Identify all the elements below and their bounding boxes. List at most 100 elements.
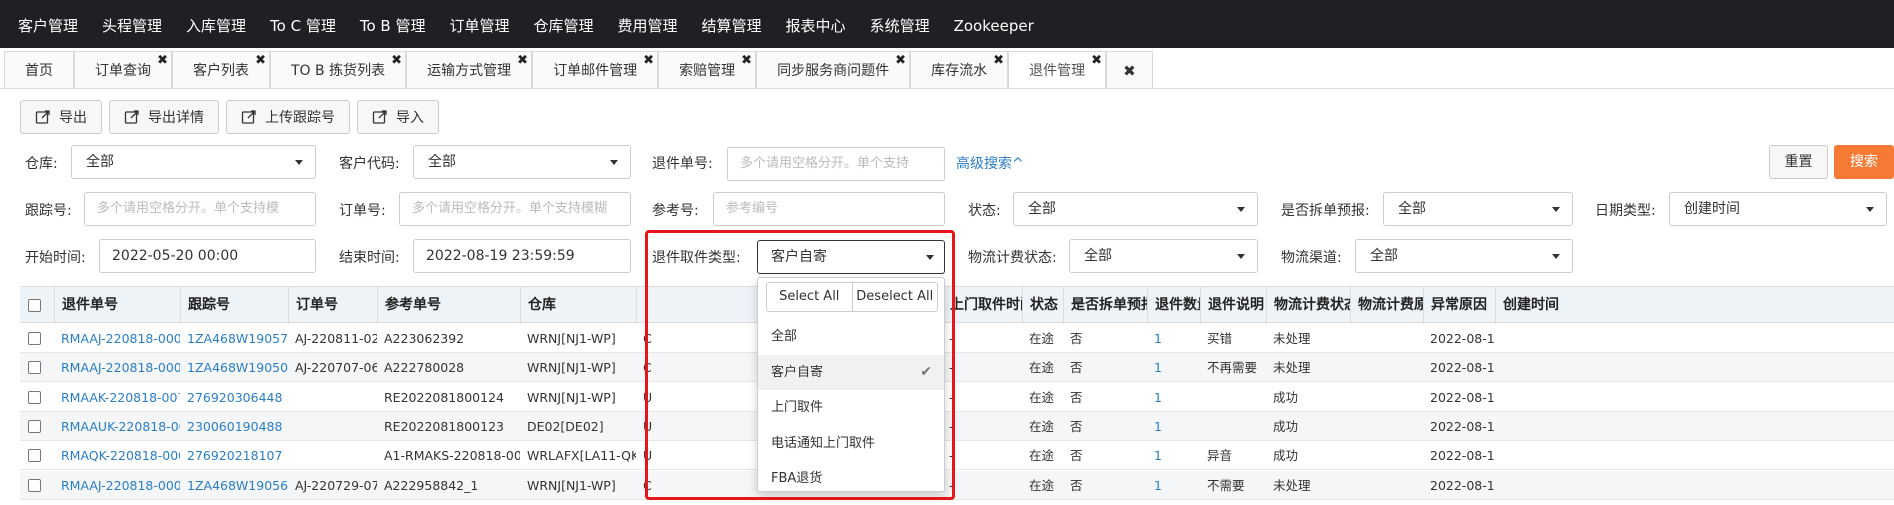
close-icon[interactable]: ✖: [517, 54, 528, 68]
tab[interactable]: 运输方式管理 ✖: [406, 51, 533, 88]
reset-button[interactable]: 重置: [1769, 145, 1828, 179]
nav-item[interactable]: 头程管理: [90, 0, 174, 48]
nav-item[interactable]: To C 管理: [258, 0, 348, 48]
pickup-type-select[interactable]: 客户自寄: [757, 240, 945, 274]
select-all-button[interactable]: Select All: [767, 283, 852, 311]
column-header[interactable]: 是否拆单预报: [1063, 287, 1147, 324]
return-no-link[interactable]: RMAQK-220818-0001: [54, 441, 180, 470]
start-time-input[interactable]: 2022-05-20 00:00: [99, 239, 316, 273]
status-select[interactable]: 全部: [1013, 192, 1258, 226]
close-icon[interactable]: ✖: [741, 54, 752, 68]
return-no-input[interactable]: 多个请用空格分开。单个支持: [727, 147, 945, 181]
dropdown-option[interactable]: 全部: [758, 319, 944, 354]
row-checkbox[interactable]: [28, 390, 41, 404]
tracking-link[interactable]: 1ZA468W19056172554: [180, 471, 288, 500]
nav-item[interactable]: 报表中心: [774, 0, 858, 48]
tab-bar: 首页 订单查询 ✖ 客户列表 ✖ TO B 拣货列表 ✖ 运输方式管理 ✖ 订单邮件管理 ✖ 索赔管理…: [0, 51, 1894, 89]
tracking-link[interactable]: 276920218107: [180, 441, 288, 470]
row-checkbox[interactable]: [28, 449, 41, 463]
date-type-label: 日期类型:: [1595, 203, 1656, 219]
deselect-all-button[interactable]: Deselect All: [851, 283, 938, 311]
close-icon[interactable]: ✖: [993, 54, 1004, 68]
column-header[interactable]: 退件说明: [1200, 287, 1266, 324]
export-button[interactable]: 导出: [20, 100, 102, 134]
warehouse-select[interactable]: 全部: [71, 145, 316, 179]
close-icon[interactable]: ✖: [255, 54, 266, 68]
channel-select[interactable]: 全部: [1355, 239, 1573, 273]
nav-item[interactable]: 结算管理: [690, 0, 774, 48]
tab[interactable]: 库存流水 ✖: [910, 51, 1009, 88]
dropdown-option-label: 电话通知上门取件: [771, 435, 876, 451]
export-detail-button[interactable]: 导出详情: [109, 100, 219, 134]
nav-item[interactable]: 仓库管理: [522, 0, 606, 48]
select-all-checkbox[interactable]: [28, 299, 41, 312]
tracking-link[interactable]: 1ZA468W19057233110: [180, 324, 288, 353]
return-no-link[interactable]: RMAAUK-220818-0050: [54, 412, 180, 441]
column-header[interactable]: 创建时间: [1495, 287, 1894, 324]
close-icon[interactable]: ✖: [391, 54, 402, 68]
nav-item[interactable]: 费用管理: [606, 0, 690, 48]
dropdown-option[interactable]: 电话通知上门取件: [758, 426, 944, 461]
return-no-link[interactable]: RMAAJ-220818-0004: [54, 353, 180, 382]
column-header[interactable]: 状态: [1022, 287, 1063, 324]
column-header[interactable]: 订单号: [288, 287, 377, 324]
advanced-search-link[interactable]: 高级搜索^: [956, 153, 1024, 173]
dropdown-option[interactable]: 上门取件: [758, 390, 944, 425]
return-no-link[interactable]: RMAAK-220818-0078: [54, 383, 180, 412]
row-checkbox[interactable]: [28, 332, 41, 345]
column-header[interactable]: 参考单号: [377, 287, 520, 324]
column-header[interactable]: 跟踪号: [180, 287, 288, 324]
nav-item[interactable]: To B 管理: [348, 0, 438, 48]
return-no-link[interactable]: RMAAJ-220818-0003: [54, 471, 180, 500]
row-checkbox[interactable]: [28, 361, 41, 375]
tab[interactable]: 退件管理 ✖: [1008, 51, 1107, 88]
column-header[interactable]: 物流计费原因: [1350, 287, 1423, 324]
nav-item[interactable]: Zookeeper: [942, 0, 1046, 48]
row-checkbox[interactable]: [28, 478, 41, 492]
tab[interactable]: 首页: [4, 51, 74, 88]
logistics-fee-select[interactable]: 全部: [1069, 239, 1258, 273]
tab[interactable]: 订单邮件管理 ✖: [532, 51, 659, 88]
order-no-input[interactable]: 多个请用空格分开。单个支持模糊: [399, 192, 631, 226]
nav-item[interactable]: 系统管理: [858, 0, 942, 48]
close-icon[interactable]: ✖: [157, 54, 168, 68]
dropdown-option[interactable]: 客户自寄 ✔: [758, 354, 944, 390]
end-time-input[interactable]: 2022-08-19 23:59:59: [413, 239, 631, 273]
nav-item[interactable]: 入库管理: [174, 0, 258, 48]
close-icon[interactable]: ✖: [643, 54, 654, 68]
column-header[interactable]: 退件单号: [54, 287, 180, 324]
close-icon[interactable]: ✖: [895, 54, 906, 68]
row-checkbox[interactable]: [28, 419, 41, 433]
tracking-link[interactable]: 276920306448: [180, 383, 288, 412]
return-no-link[interactable]: RMAAJ-220818-0005: [54, 324, 180, 353]
table-cell: A222958842_1: [384, 477, 479, 493]
column-header[interactable]: 物流计费状态: [1266, 287, 1350, 324]
tab[interactable]: TO B 拣货列表 ✖: [270, 51, 407, 88]
close-icon[interactable]: ✖: [1091, 54, 1102, 68]
nav-item[interactable]: 客户管理: [6, 0, 90, 48]
tab[interactable]: 同步服务商问题件 ✖: [756, 51, 911, 88]
dropdown-option[interactable]: FBA退货: [758, 461, 944, 496]
advanced-search-label: 高级搜索: [956, 156, 1012, 172]
customer-code-select[interactable]: 全部: [413, 145, 631, 179]
tab[interactable]: 订单查询 ✖: [74, 51, 172, 88]
ref-no-input[interactable]: 参考编号: [713, 192, 945, 226]
import-button[interactable]: 导入: [357, 100, 439, 134]
table-cell: [1350, 324, 1423, 353]
close-all-tabs-button[interactable]: ✖: [1106, 51, 1153, 88]
chevron-up-icon: ^: [1012, 156, 1024, 172]
search-button[interactable]: 搜索: [1834, 145, 1894, 179]
tracking-input[interactable]: 多个请用空格分开。单个支持模: [84, 192, 316, 226]
tab[interactable]: 索赔管理 ✖: [658, 51, 757, 88]
tracking-link[interactable]: 1ZA468W19050114681: [180, 353, 288, 382]
nav-item[interactable]: 订单管理: [437, 0, 521, 48]
split-select[interactable]: 全部: [1383, 192, 1573, 226]
tab-label: TO B 拣货列表: [291, 63, 386, 79]
tab[interactable]: 客户列表 ✖: [172, 51, 270, 88]
column-header[interactable]: 上门取件时间: [942, 287, 1022, 324]
tracking-link[interactable]: 230060190488: [180, 412, 288, 441]
column-header[interactable]: 退件数量: [1147, 287, 1200, 324]
upload-tracking-button[interactable]: 上传跟踪号: [226, 100, 350, 134]
date-type-select[interactable]: 创建时间: [1669, 192, 1887, 226]
column-header[interactable]: 异常原因: [1423, 287, 1495, 324]
